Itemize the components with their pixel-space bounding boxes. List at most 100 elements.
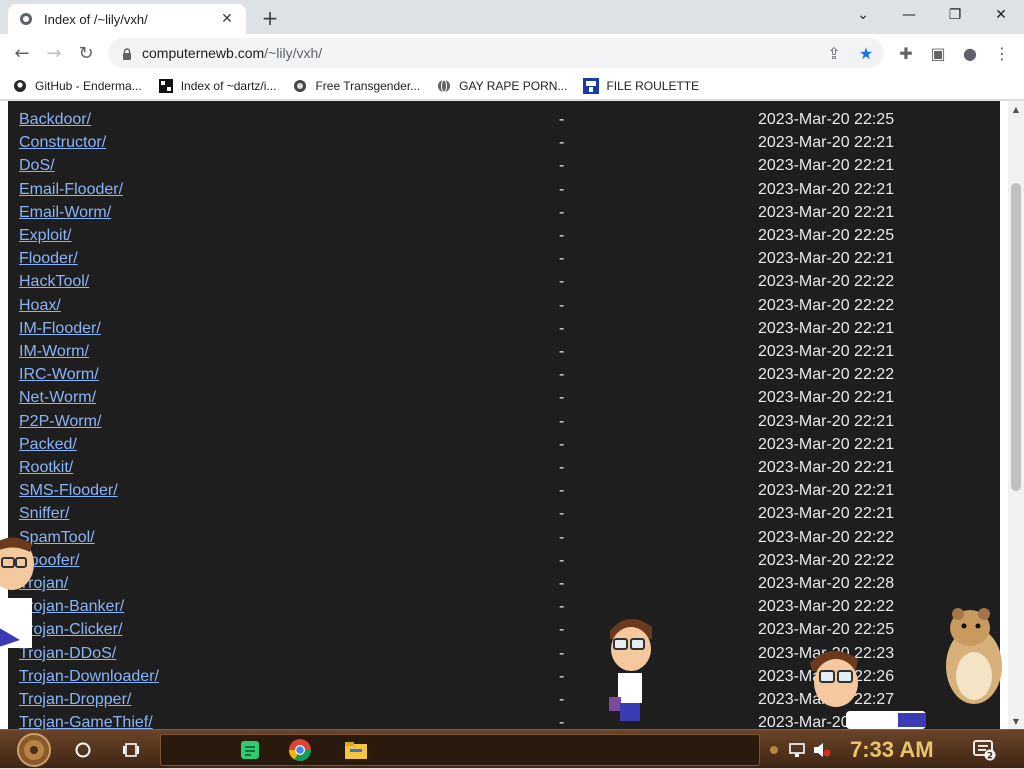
notes-app-icon[interactable]: [236, 730, 264, 769]
reload-icon[interactable]: ↻: [72, 39, 100, 67]
directory-link[interactable]: SMS-Flooder/: [19, 482, 118, 500]
scrollbar-thumb[interactable]: [1011, 183, 1021, 491]
tab-title: Index of /~lily/vxh/: [44, 11, 148, 27]
directory-link[interactable]: HackTool/: [19, 273, 89, 291]
listing-row: IM-Flooder/ - 2023-Mar-20 22:21: [8, 320, 1000, 343]
bookmark-label: FILE ROULETTE: [606, 78, 700, 93]
page-scrollbar[interactable]: ▲ ▼: [1008, 101, 1024, 729]
listing-row: Rootkit/ - 2023-Mar-20 22:21: [8, 459, 1000, 482]
github-icon: [12, 78, 28, 94]
size-cell: -: [559, 575, 565, 592]
modified-date-cell: 2023-Mar-20 22:22: [758, 273, 895, 291]
scroll-down-arrow-icon[interactable]: ▼: [1008, 713, 1024, 729]
modified-date-cell: 2023-Mar-20 22:22: [758, 296, 895, 314]
size-cell: -: [559, 528, 565, 546]
roulette-icon: [583, 77, 600, 94]
directory-link[interactable]: Exploit/: [19, 227, 71, 245]
bookmark-item[interactable]: Index of ~dartz/i...: [158, 78, 276, 94]
chrome-icon[interactable]: [286, 730, 314, 769]
size-cell: -: [559, 459, 565, 476]
bookmark-item[interactable]: FILE ROULETTE: [583, 77, 700, 94]
size-cell: -: [559, 227, 565, 244]
parent-directory-link-partial[interactable]: [19, 101, 137, 107]
size-cell: -: [559, 319, 565, 337]
file-explorer-icon[interactable]: [342, 730, 370, 769]
directory-link[interactable]: Constructor/: [19, 134, 106, 152]
address-bar[interactable]: computernewb.com/~lily/vxh/: [108, 38, 884, 68]
tray-overflow-icon[interactable]: [766, 730, 782, 769]
modified-date-cell: 2023-Mar-20 22:21: [758, 505, 895, 523]
profile-avatar-icon[interactable]: ●: [956, 39, 984, 67]
size-cell: -: [559, 203, 565, 221]
directory-link[interactable]: Sniffer/: [19, 505, 69, 523]
modified-date-cell: 2023-Mar-20 22:21: [758, 389, 895, 407]
scroll-up-arrow-icon[interactable]: ▲: [1008, 101, 1024, 117]
size-cell: -: [559, 389, 565, 407]
directory-link[interactable]: Packed/: [19, 436, 77, 454]
size-cell: -: [559, 435, 565, 453]
restore-button[interactable]: ❐: [932, 0, 978, 30]
search-circle-icon[interactable]: [70, 730, 96, 769]
directory-link[interactable]: Flooder/: [19, 250, 78, 268]
cartoon-character-sprite: [810, 650, 926, 729]
directory-link[interactable]: P2P-Worm/: [19, 413, 101, 431]
directory-link[interactable]: IM-Worm/: [19, 343, 89, 361]
bookmark-item[interactable]: GitHub - Enderma...: [12, 78, 142, 94]
size-cell: -: [559, 505, 565, 523]
directory-link[interactable]: IRC-Worm/: [19, 366, 99, 384]
new-tab-button[interactable]: +: [258, 6, 282, 30]
side-panel-icon[interactable]: ▣: [924, 39, 952, 67]
modified-date-cell: 2023-Mar-20 22:21: [758, 203, 895, 221]
size-cell: -: [559, 366, 565, 384]
url-text[interactable]: computernewb.com/~lily/vxh/: [142, 45, 322, 61]
bookmark-site-icon: [292, 78, 308, 94]
modified-date-cell: 2023-Mar-20 22:21: [758, 250, 895, 268]
forward-arrow-icon[interactable]: →: [40, 39, 68, 67]
share-icon[interactable]: ⇪: [820, 39, 848, 67]
size-cell: -: [559, 621, 565, 639]
back-arrow-icon[interactable]: ←: [8, 39, 36, 67]
modified-date-cell: 2023-Mar-20 22:21: [758, 459, 895, 476]
listing-row: Exploit/ - 2023-Mar-20 22:25: [8, 227, 1000, 250]
listing-row: Packed/ - 2023-Mar-20 22:21: [8, 436, 1000, 459]
task-view-icon[interactable]: [118, 730, 144, 769]
tab-close-icon[interactable]: ✕: [218, 10, 236, 28]
bookmark-star-icon[interactable]: ★: [852, 39, 880, 67]
listing-row: Trojan/-2023-Mar-20 22:28: [8, 575, 1000, 598]
notifications-icon[interactable]: 2: [970, 730, 998, 769]
listing-row: HackTool/ - 2023-Mar-20 22:22: [8, 273, 1000, 296]
directory-link[interactable]: Trojan-Dropper/: [19, 691, 131, 709]
listing-row: Sniffer/ - 2023-Mar-20 22:21: [8, 505, 1000, 528]
directory-link[interactable]: Rootkit/: [19, 459, 73, 477]
extensions-puzzle-icon[interactable]: ✚: [892, 39, 920, 67]
close-window-button[interactable]: ✕: [978, 0, 1024, 30]
size-cell: -: [559, 667, 565, 685]
tab-search-chevron-down-icon[interactable]: ⌄: [840, 0, 886, 30]
taskbar-clock[interactable]: 7:33 AM: [850, 732, 934, 768]
size-cell: -: [559, 644, 565, 662]
listing-row: Constructor/ - 2023-Mar-20 22:21: [8, 134, 1000, 157]
directory-link[interactable]: Hoax/: [19, 297, 61, 315]
directory-link[interactable]: Email-Worm/: [19, 204, 111, 222]
directory-link[interactable]: Email-Flooder/: [19, 181, 123, 199]
directory-link[interactable]: Backdoor/: [19, 111, 91, 129]
bookmark-item[interactable]: Free Transgender...: [292, 78, 420, 94]
bookmark-item[interactable]: GAY RAPE PORN...: [436, 78, 567, 94]
start-button[interactable]: [10, 730, 58, 769]
directory-link[interactable]: DoS/: [19, 157, 55, 175]
size-cell: -: [559, 551, 565, 569]
pixel-icon: [158, 78, 174, 94]
directory-link[interactable]: IM-Flooder/: [19, 320, 101, 338]
directory-link[interactable]: Trojan-GameThief/: [19, 714, 153, 729]
menu-kebab-icon[interactable]: ⋮: [988, 39, 1016, 67]
directory-link[interactable]: Net-Worm/: [19, 389, 96, 407]
listing-row: SpamTool/-2023-Mar-20 22:22: [8, 529, 1000, 552]
globe-icon: [436, 78, 452, 94]
listing-row: IRC-Worm/ - 2023-Mar-20 22:22: [8, 366, 1000, 389]
directory-link[interactable]: Trojan-Downloader/: [19, 668, 159, 686]
minimize-button[interactable]: —: [886, 0, 932, 30]
lock-icon[interactable]: [120, 46, 134, 60]
browser-tab[interactable]: Index of /~lily/vxh/ ✕: [8, 4, 246, 34]
network-icon[interactable]: [786, 730, 808, 769]
volume-muted-icon[interactable]: [810, 730, 834, 769]
